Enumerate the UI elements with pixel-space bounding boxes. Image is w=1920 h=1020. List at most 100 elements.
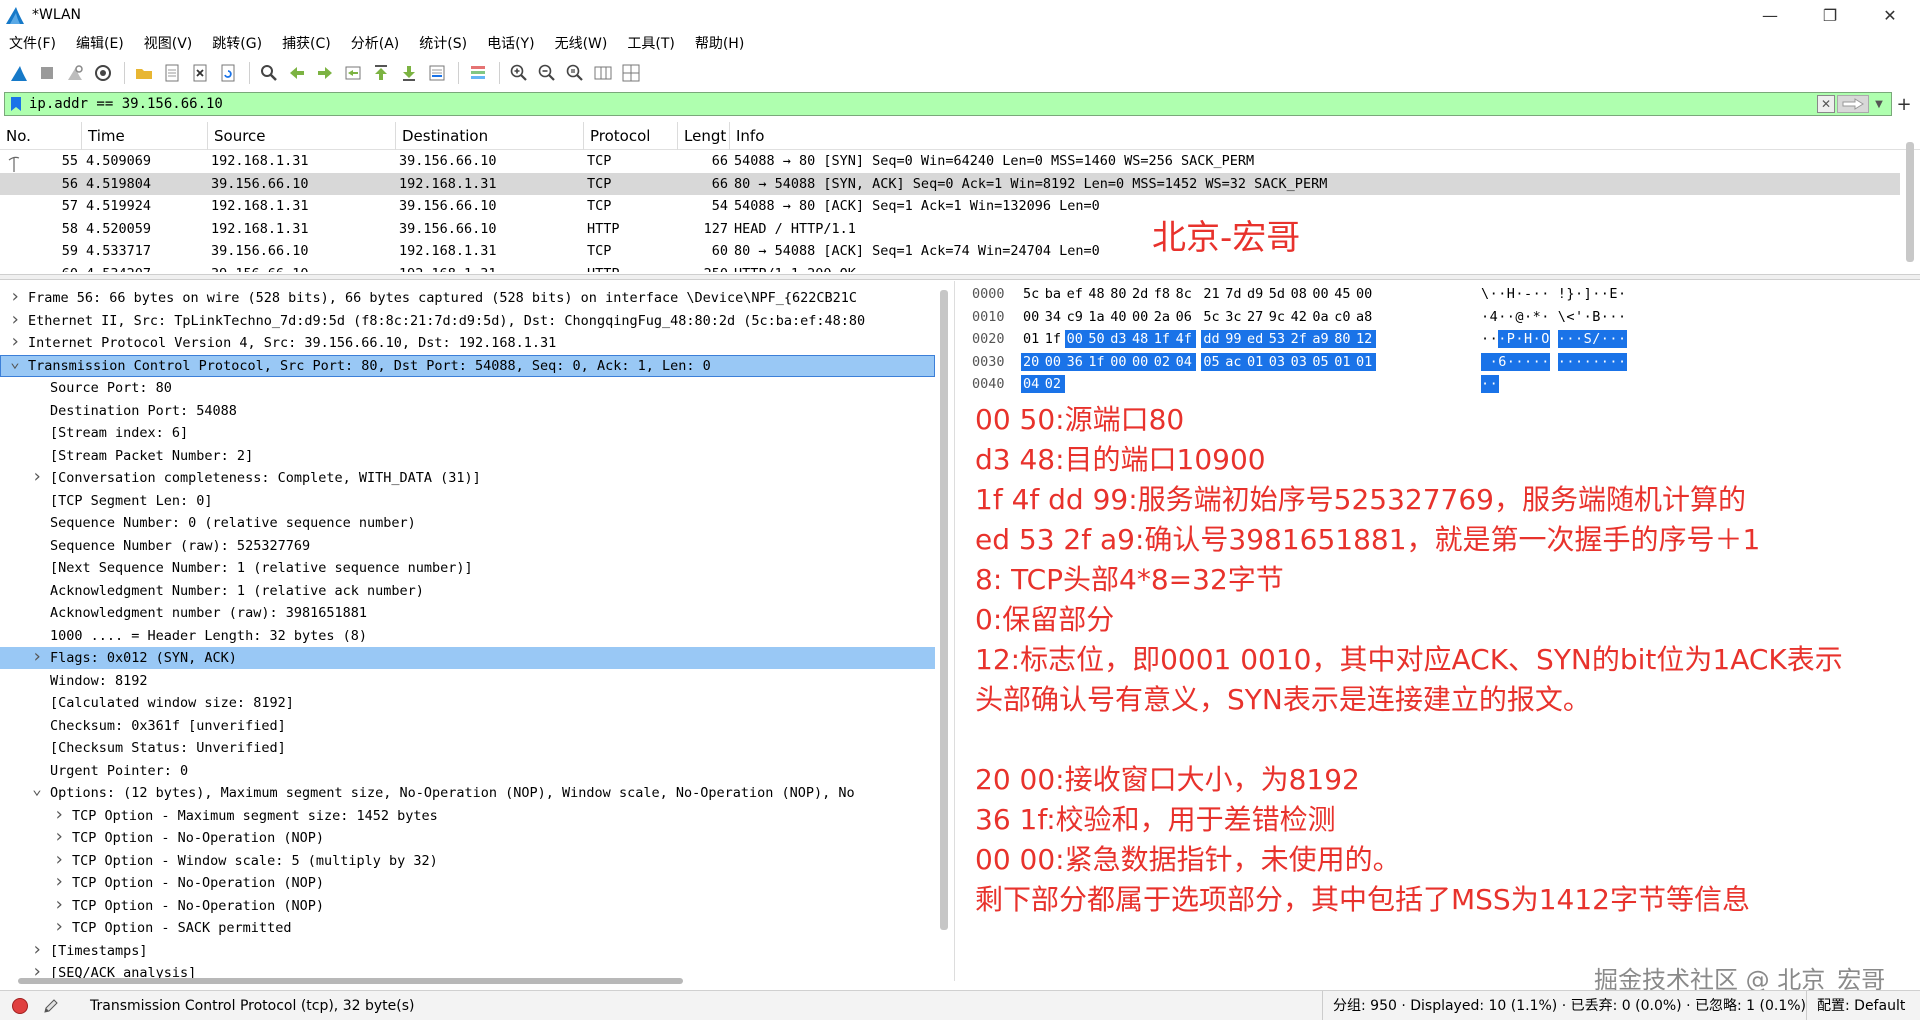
hex-byte[interactable]: 34	[1045, 308, 1061, 326]
tree-field-row[interactable]: Checksum: 0x361f [unverified]	[0, 715, 935, 737]
tree-field-row[interactable]: › TCP Option - SACK permitted	[0, 917, 935, 939]
hex-byte[interactable]: 1f	[1045, 330, 1061, 348]
hex-byte[interactable]: 3c	[1225, 308, 1241, 326]
tree-field-row[interactable]: ⌄ Options: (12 bytes), Maximum segment si…	[0, 781, 935, 804]
chevron-right-icon[interactable]: ›	[52, 827, 66, 847]
filter-bookmark-button[interactable]	[5, 93, 27, 115]
display-filter-input[interactable]	[27, 94, 1727, 114]
tree-protocol-row[interactable]: ⌄ Transmission Control Protocol, Src Port…	[0, 353, 935, 377]
close-button[interactable]: ✕	[1860, 0, 1920, 30]
hex-byte[interactable]: 53	[1266, 330, 1289, 348]
tree-field-row[interactable]: [Next Sequence Number: 1 (relative seque…	[0, 557, 935, 579]
hex-byte[interactable]: ac	[1223, 352, 1246, 371]
maximize-button[interactable]: ❐	[1800, 0, 1860, 30]
hex-byte[interactable]: 45	[1334, 285, 1350, 303]
zoom-reset-button[interactable]	[562, 60, 588, 86]
last-packet-button[interactable]	[396, 60, 422, 86]
expert-info-indicator[interactable]	[12, 997, 28, 1014]
hex-byte[interactable]: 21	[1203, 285, 1219, 303]
hex-byte[interactable]: 04	[1173, 352, 1196, 371]
hex-byte[interactable]: 5d	[1269, 285, 1285, 303]
details-horizontal-scrollbar[interactable]	[18, 978, 683, 984]
hex-byte[interactable]: 02	[1042, 375, 1065, 393]
hex-byte[interactable]: 00	[1042, 352, 1065, 371]
hex-byte[interactable]: dd	[1201, 330, 1224, 348]
column-header-source[interactable]: Source	[208, 122, 396, 150]
menu-telephony[interactable]: 电话(Y)	[477, 33, 544, 53]
hex-byte[interactable]: c9	[1067, 308, 1083, 326]
hex-byte[interactable]: 05	[1310, 352, 1333, 371]
hex-byte[interactable]: 80	[1332, 330, 1355, 348]
packet-row[interactable]: 58 4.520059 192.168.1.31 39.156.66.10 HTTP 12…	[0, 218, 1900, 240]
hex-byte[interactable]: 01	[1245, 352, 1267, 371]
layout-button[interactable]	[618, 60, 644, 86]
chevron-down-icon[interactable]: ⌄	[30, 781, 44, 797]
tree-field-row[interactable]: Window: 8192	[0, 670, 935, 692]
chevron-right-icon[interactable]: ›	[8, 287, 22, 307]
menu-file[interactable]: 文件(F)	[0, 33, 66, 53]
hex-byte[interactable]: 04	[1021, 375, 1043, 393]
hex-byte[interactable]: 4f	[1173, 330, 1196, 348]
column-header-destination[interactable]: Destination	[396, 122, 584, 150]
hex-byte[interactable]: 2f	[1288, 330, 1311, 348]
minimize-button[interactable]: —	[1740, 0, 1800, 30]
packet-list-scrollbar[interactable]	[1906, 142, 1914, 262]
tree-field-row[interactable]: › TCP Option - No-Operation (NOP)	[0, 894, 935, 917]
hex-byte[interactable]: 48	[1088, 285, 1104, 303]
hex-byte[interactable]: 01	[1354, 352, 1376, 371]
hex-byte[interactable]: 00	[1130, 352, 1152, 371]
hex-byte[interactable]: 1f	[1086, 352, 1109, 371]
tree-field-row[interactable]: › TCP Option - Maximum segment size: 1452…	[0, 804, 935, 827]
ascii-byte[interactable]: ·	[1489, 375, 1499, 393]
first-packet-button[interactable]	[368, 60, 394, 86]
resize-columns-button[interactable]	[590, 60, 616, 86]
menu-statistics[interactable]: 统计(S)	[409, 33, 477, 53]
menu-edit[interactable]: 编辑(E)	[66, 33, 134, 53]
reload-file-button[interactable]	[215, 60, 241, 86]
chevron-right-icon[interactable]: ›	[8, 332, 22, 352]
column-header-length[interactable]: Lengt	[678, 122, 730, 150]
hex-byte[interactable]: 42	[1291, 308, 1307, 326]
packet-row[interactable]: 59 4.533717 39.156.66.10 192.168.1.31 TCP 60 8…	[0, 240, 1900, 262]
tree-field-row[interactable]: [Checksum Status: Unverified]	[0, 737, 935, 759]
hex-byte[interactable]: 00	[1132, 308, 1148, 326]
save-file-button[interactable]	[159, 60, 185, 86]
pencil-icon[interactable]	[42, 997, 60, 1015]
hex-byte[interactable]: f8	[1154, 285, 1170, 303]
menu-analyze[interactable]: 分析(A)	[341, 33, 410, 53]
tree-field-row[interactable]: [TCP Segment Len: 0]	[0, 490, 935, 512]
packet-row[interactable]: 60 4.534207 39.156.66.10192.168.1.31HTTP25…	[0, 263, 1900, 273]
hex-byte[interactable]: d3	[1108, 330, 1131, 348]
hex-byte[interactable]: 48	[1130, 330, 1152, 348]
hex-byte[interactable]: 5c	[1023, 285, 1039, 303]
chevron-right-icon[interactable]: ›	[52, 849, 66, 870]
hex-byte[interactable]: 2d	[1132, 285, 1148, 303]
hex-byte[interactable]: ed	[1245, 330, 1267, 348]
hex-byte[interactable]: 05	[1201, 352, 1224, 371]
hex-byte[interactable]: 00	[1356, 285, 1372, 303]
chevron-right-icon[interactable]: ›	[52, 872, 66, 892]
ascii-byte[interactable]: ·	[1618, 330, 1627, 348]
hex-byte[interactable]: 8c	[1176, 285, 1192, 303]
tree-field-row[interactable]: Source Port: 80	[0, 377, 935, 399]
column-header-info[interactable]: Info	[730, 122, 1920, 150]
start-capture-button[interactable]	[6, 60, 32, 86]
menu-go[interactable]: 跳转(G)	[202, 33, 272, 53]
chevron-right-icon[interactable]: ›	[8, 309, 22, 330]
hex-byte[interactable]: 50	[1086, 330, 1109, 348]
zoom-in-button[interactable]	[506, 60, 532, 86]
hex-byte[interactable]: 06	[1176, 308, 1192, 326]
menu-help[interactable]: 帮助(H)	[685, 33, 754, 53]
open-file-button[interactable]	[131, 60, 157, 86]
go-forward-button[interactable]	[312, 60, 338, 86]
packet-row[interactable]: 57 4.519924 192.168.1.31 39.156.66.10 TCP 54 5…	[0, 195, 1900, 217]
hex-byte[interactable]: ef	[1067, 285, 1083, 303]
hex-byte[interactable]: 36	[1064, 352, 1087, 371]
chevron-right-icon[interactable]: ›	[52, 804, 66, 825]
packet-row[interactable]: 55 4.509069 192.168.1.31 39.156.66.10 TCP 66 5…	[0, 150, 1900, 172]
hex-byte[interactable]: 1f	[1151, 330, 1174, 348]
close-file-button[interactable]	[187, 60, 213, 86]
tree-field-row[interactable]: › TCP Option - No-Operation (NOP)	[0, 872, 935, 894]
chevron-right-icon[interactable]: ›	[52, 894, 66, 915]
ascii-byte[interactable]: ·	[1618, 285, 1627, 303]
